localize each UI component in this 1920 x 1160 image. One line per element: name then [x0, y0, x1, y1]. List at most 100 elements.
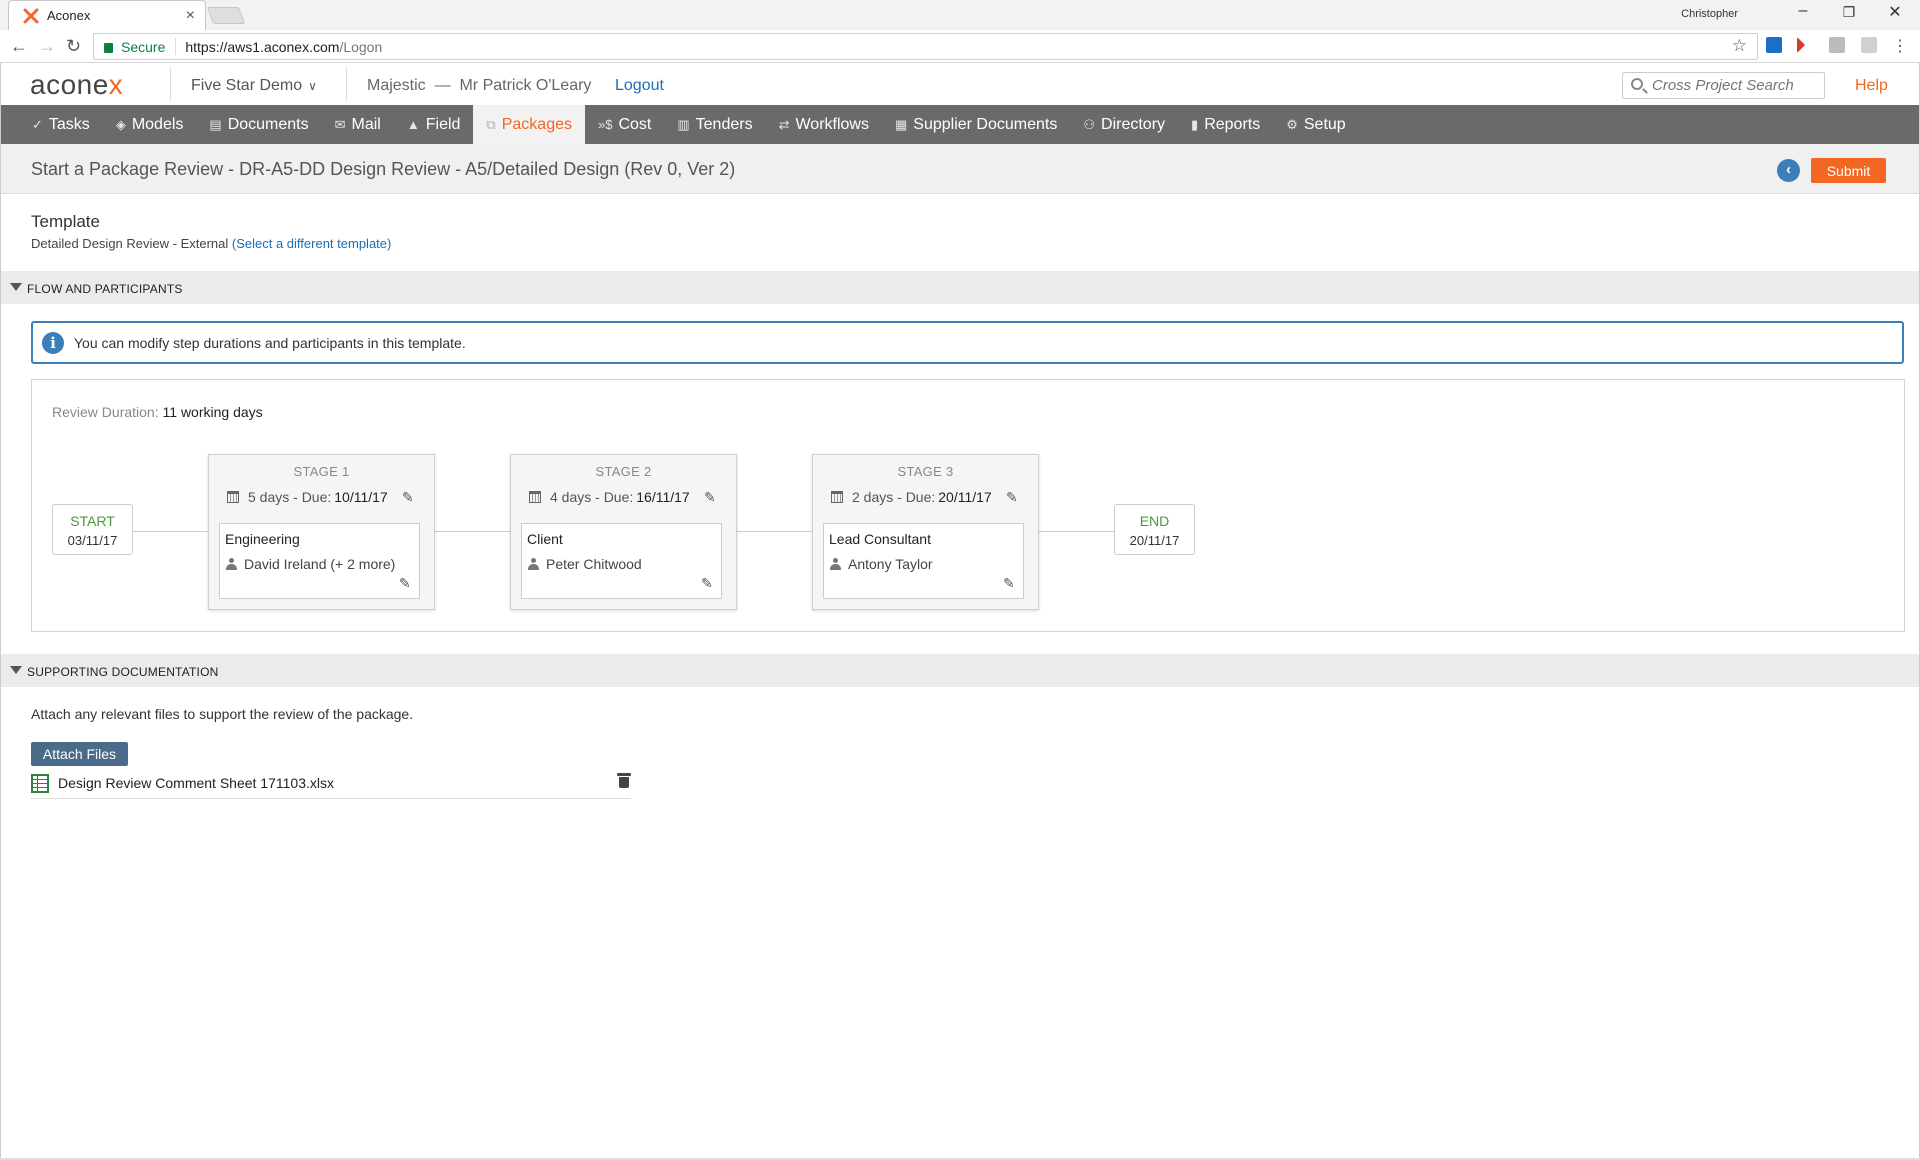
trash-icon[interactable] — [617, 773, 631, 788]
participant-role: Engineering — [225, 531, 300, 547]
calendar-icon — [831, 491, 843, 503]
participant-card: Engineering David Ireland (+ 2 more) ✎ — [219, 523, 420, 599]
flow-connector — [736, 531, 814, 532]
nav-item-packages[interactable]: ⧉ Packages — [473, 105, 585, 144]
flow-connector — [132, 531, 209, 532]
cost-icon: »$ — [597, 117, 613, 132]
nav-item-models[interactable]: ◈ Models — [103, 105, 197, 144]
tab-close-icon[interactable]: × — [186, 7, 195, 25]
flag-extension-icon[interactable] — [1797, 37, 1805, 53]
help-link[interactable]: Help — [1855, 77, 1888, 95]
spreadsheet-icon — [31, 774, 49, 793]
user-icon — [226, 558, 237, 570]
nav-item-tenders[interactable]: ▥ Tenders — [664, 105, 765, 144]
stage-name: STAGE 2 — [595, 464, 652, 479]
address-bar[interactable]: Secure https://aws1.aconex.com/Logon ☆ — [93, 33, 1758, 60]
participant-role: Client — [527, 531, 563, 547]
end-date: 20/11/17 — [1129, 533, 1180, 548]
nav-item-field[interactable]: ▲ Field — [394, 105, 474, 144]
flow-start: START 03/11/17 — [52, 504, 133, 555]
nav-item-directory[interactable]: ⚇ Directory — [1070, 105, 1178, 144]
user-icon — [528, 558, 539, 570]
edit-duration-pencil-icon[interactable]: ✎ — [704, 489, 716, 506]
edit-duration-pencil-icon[interactable]: ✎ — [1006, 489, 1018, 506]
browser-tab[interactable]: Aconex × — [8, 0, 206, 30]
nav-item-workflows[interactable]: ⇄ Workflows — [766, 105, 882, 144]
supporting-docs-section-header[interactable]: SUPPORTING DOCUMENTATION — [0, 654, 1920, 687]
window-border — [0, 63, 1, 1160]
file-name[interactable]: Design Review Comment Sheet 171103.xlsx — [58, 775, 334, 791]
warning-icon: ▲ — [406, 117, 420, 132]
edit-participants-pencil-icon[interactable]: ✎ — [1003, 575, 1015, 592]
workflow-icon: ⇄ — [778, 116, 790, 132]
nav-item-tasks[interactable]: ✓ Tasks — [19, 105, 103, 144]
logout-link[interactable]: Logout — [615, 77, 664, 95]
cross-project-search-input[interactable] — [1622, 72, 1825, 99]
stage-name: STAGE 1 — [293, 464, 350, 479]
template-line: Detailed Design Review - External (Selec… — [31, 236, 391, 251]
nav-item-supplier-documents[interactable]: ▦ Supplier Documents — [882, 105, 1070, 144]
minimize-icon[interactable]: – — [1788, 2, 1818, 20]
edit-participants-pencil-icon[interactable]: ✎ — [701, 575, 713, 592]
start-date: 03/11/17 — [67, 533, 118, 548]
window-close-icon[interactable]: ✕ — [1880, 2, 1910, 22]
nav-item-mail[interactable]: ✉ Mail — [322, 105, 394, 144]
reload-icon[interactable]: ↻ — [66, 36, 81, 57]
submit-button[interactable]: Submit — [1811, 158, 1886, 183]
org-user-label: Majestic — Mr Patrick O'Leary — [367, 77, 592, 94]
flow-section-header[interactable]: FLOW AND PARTICIPANTS — [0, 271, 1920, 304]
lock-icon — [104, 42, 113, 53]
participant-card: Lead Consultant Antony Taylor ✎ — [823, 523, 1024, 599]
app-header: aconex Five Star Demo ∨ Majestic — Mr Pat… — [0, 63, 1920, 105]
info-message: i You can modify step durations and part… — [31, 321, 1904, 364]
start-label: START — [70, 513, 115, 529]
aconex-logo[interactable]: aconex — [30, 69, 123, 101]
supplier-docs-icon: ▦ — [894, 116, 908, 132]
nav-item-cost[interactable]: »$ Cost — [585, 105, 664, 144]
bookmark-star-icon[interactable]: ☆ — [1732, 36, 1747, 56]
stage-card-1: STAGE 1 5 days - Due: 10/11/17 ✎ Engineer… — [208, 454, 435, 610]
forward-arrow-icon[interactable]: → — [38, 36, 56, 57]
tab-title: Aconex — [47, 8, 91, 23]
bar-chart-icon: ▮ — [1191, 116, 1199, 132]
review-duration: Review Duration: 11 working days — [52, 404, 263, 420]
browser-toolbar: ← → ↻ Secure https://aws1.aconex.com/Log… — [0, 30, 1920, 63]
edit-participants-pencil-icon[interactable]: ✎ — [399, 575, 411, 592]
template-heading: Template — [31, 212, 100, 231]
check-icon: ✓ — [32, 116, 43, 132]
trello-extension-icon[interactable] — [1766, 37, 1782, 53]
collapse-triangle-icon — [10, 666, 22, 674]
stage-card-2: STAGE 2 4 days - Due: 16/11/17 ✎ Client P… — [510, 454, 737, 610]
back-button[interactable]: ‹ — [1777, 159, 1800, 182]
participant-person: Peter Chitwood — [528, 556, 642, 572]
end-label: END — [1139, 513, 1170, 529]
back-arrow-icon[interactable]: ← — [10, 36, 28, 57]
select-different-template-link[interactable]: (Select a different template) — [232, 236, 391, 251]
google-extension-icon[interactable] — [1829, 37, 1845, 53]
pdf-extension-icon[interactable] — [1861, 37, 1877, 53]
stage-card-3: STAGE 3 2 days - Due: 20/11/17 ✎ Lead Con… — [812, 454, 1039, 610]
project-selector[interactable]: Five Star Demo ∨ — [191, 77, 317, 95]
people-icon: ⚇ — [1083, 116, 1096, 132]
info-text: You can modify step durations and partic… — [74, 335, 466, 351]
edit-duration-pencil-icon[interactable]: ✎ — [402, 489, 414, 506]
stage-duration: 5 days - Due: 10/11/17 — [227, 489, 388, 505]
flow-connector — [1038, 531, 1115, 532]
attach-files-button[interactable]: Attach Files — [31, 742, 128, 766]
header-divider — [346, 67, 347, 101]
secure-indicator[interactable]: Secure — [94, 38, 177, 55]
section-title: FLOW AND PARTICIPANTS — [27, 282, 183, 296]
packages-icon: ⧉ — [486, 116, 496, 132]
nav-item-setup[interactable]: ⚙ Setup — [1273, 105, 1358, 144]
new-tab-button[interactable] — [206, 7, 246, 24]
nav-item-reports[interactable]: ▮ Reports — [1178, 105, 1273, 144]
browser-menu-icon[interactable]: ⋮ — [1892, 36, 1908, 56]
nav-item-documents[interactable]: ▤ Documents — [196, 105, 321, 144]
restore-icon[interactable]: ❐ — [1834, 4, 1864, 21]
cube-icon: ◈ — [115, 116, 126, 132]
envelope-icon: ✉ — [334, 116, 346, 132]
chevron-down-icon: ∨ — [308, 79, 317, 93]
aconex-favicon-icon — [23, 8, 39, 23]
participant-role: Lead Consultant — [829, 531, 931, 547]
profile-name[interactable]: Christopher — [1681, 8, 1738, 20]
